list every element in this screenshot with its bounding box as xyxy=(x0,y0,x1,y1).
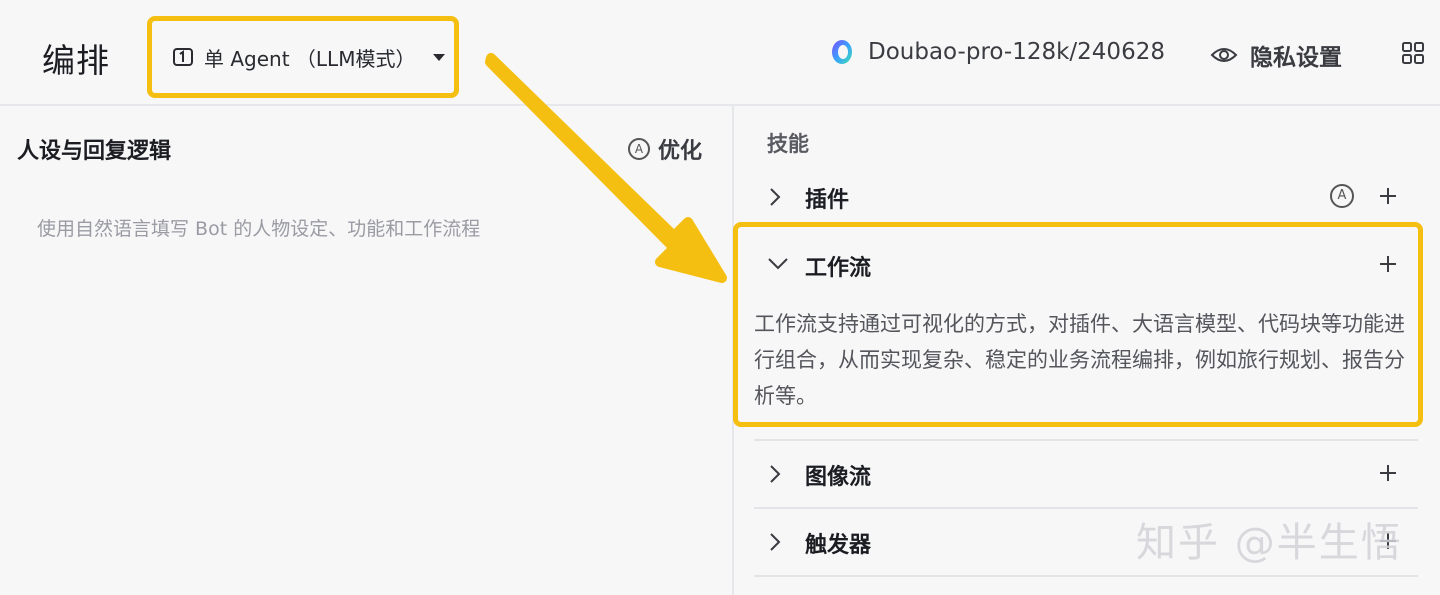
persona-input-placeholder[interactable]: 使用自然语言填写 Bot 的人物设定、功能和工作流程 xyxy=(37,214,480,241)
plugin-label: 插件 xyxy=(805,188,850,213)
skill-row-plugin[interactable]: 插件 A xyxy=(754,168,1418,228)
skills-section-title: 技能 xyxy=(767,132,809,156)
agent-mode-label: 单 Agent （LLM模式） xyxy=(204,46,416,71)
plus-icon[interactable] xyxy=(1378,463,1398,483)
optimize-button[interactable]: A 优化 xyxy=(628,133,702,165)
agent-mode-dropdown[interactable]: 单 Agent （LLM模式） xyxy=(147,16,459,98)
imageflow-label: 图像流 xyxy=(805,465,872,490)
model-name: Doubao-pro-128k/240628 xyxy=(868,39,1165,65)
plus-icon[interactable] xyxy=(1378,186,1398,206)
eye-icon xyxy=(1210,48,1238,62)
row-divider xyxy=(754,439,1418,441)
chevron-right-icon xyxy=(770,533,781,551)
agent-mode-icon xyxy=(173,48,193,66)
persona-section-title: 人设与回复逻辑 xyxy=(17,139,172,164)
watermark-text: 知乎 @半生悟 xyxy=(1136,520,1403,566)
privacy-settings-label: 隐私设置 xyxy=(1250,45,1342,71)
optimize-label: 优化 xyxy=(658,139,703,164)
model-logo-icon xyxy=(832,40,852,64)
row-divider xyxy=(754,575,1418,577)
top-header: 编排 单 Agent （LLM模式） Doubao-pro-128k/24062… xyxy=(0,0,1440,106)
plus-icon[interactable] xyxy=(1378,254,1398,274)
chevron-right-icon xyxy=(770,465,781,483)
page-title: 编排 xyxy=(42,41,110,80)
trigger-label: 触发器 xyxy=(805,533,872,558)
skill-row-imageflow[interactable]: 图像流 xyxy=(754,445,1418,505)
grid-apps-icon[interactable] xyxy=(1402,42,1424,64)
model-selector[interactable]: Doubao-pro-128k/240628 xyxy=(830,38,1165,66)
skill-row-workflow[interactable]: 工作流 xyxy=(754,236,1418,296)
dropdown-caret-icon xyxy=(433,53,446,61)
auto-a-icon[interactable]: A xyxy=(1330,184,1354,208)
privacy-settings-button[interactable]: 隐私设置 xyxy=(1210,38,1342,72)
chevron-down-icon xyxy=(768,258,788,270)
chevron-right-icon xyxy=(770,188,781,206)
auto-a-icon: A xyxy=(628,138,650,160)
orchestration-page: 编排 单 Agent （LLM模式） Doubao-pro-128k/24062… xyxy=(0,0,1440,595)
workflow-label: 工作流 xyxy=(805,256,872,281)
workflow-description: 工作流支持通过可视化的方式，对插件、大语言模型、代码块等功能进行组合，从而实现复… xyxy=(754,312,1405,408)
persona-panel xyxy=(0,106,732,595)
row-divider xyxy=(754,507,1418,509)
